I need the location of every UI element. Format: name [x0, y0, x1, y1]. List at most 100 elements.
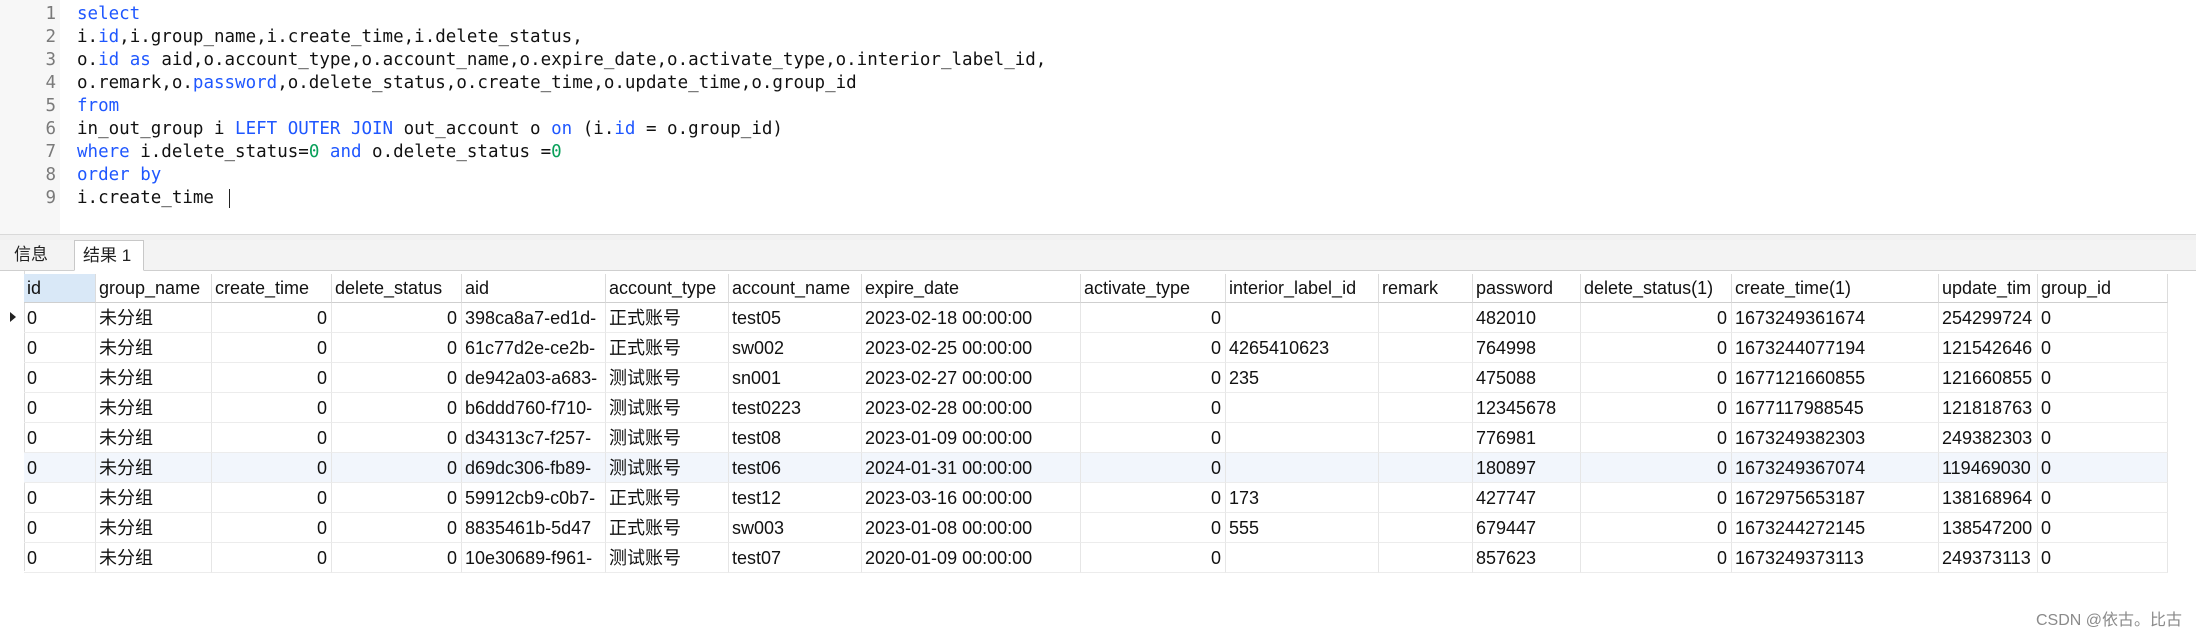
table-cell[interactable]: 0 [332, 303, 462, 333]
table-cell[interactable]: 1677121660855 [1732, 363, 1939, 393]
table-cell[interactable]: 0 [2038, 303, 2168, 333]
table-cell[interactable] [1379, 423, 1473, 453]
column-header-expire-date[interactable]: expire_date [862, 274, 1081, 303]
column-header-account-name[interactable]: account_name [729, 274, 862, 303]
table-cell[interactable]: 0 [212, 513, 332, 543]
table-cell[interactable]: 0 [24, 333, 96, 363]
column-header-delete-status1[interactable]: delete_status(1) [1581, 274, 1732, 303]
table-cell[interactable]: 249373113 [1939, 543, 2038, 573]
table-cell[interactable]: 0 [212, 453, 332, 483]
table-cell[interactable]: 测试账号 [606, 363, 729, 393]
table-cell[interactable]: 0 [1581, 333, 1732, 363]
table-cell[interactable]: 2023-02-18 00:00:00 [862, 303, 1081, 333]
table-cell[interactable]: test08 [729, 423, 862, 453]
table-cell[interactable]: 0 [24, 423, 96, 453]
table-cell[interactable]: 482010 [1473, 303, 1581, 333]
column-header-delete-status[interactable]: delete_status [332, 274, 462, 303]
table-cell[interactable]: 121818763 [1939, 393, 2038, 423]
table-cell[interactable]: 0 [1581, 363, 1732, 393]
table-cell[interactable]: 0 [1581, 483, 1732, 513]
table-cell[interactable] [1379, 393, 1473, 423]
table-cell[interactable]: 0 [2038, 453, 2168, 483]
table-cell[interactable]: 2024-01-31 00:00:00 [862, 453, 1081, 483]
table-cell[interactable]: d69dc306-fb89- [462, 453, 606, 483]
table-cell[interactable] [1226, 453, 1379, 483]
table-cell[interactable]: test05 [729, 303, 862, 333]
table-cell[interactable]: 0 [332, 363, 462, 393]
column-header-password[interactable]: password [1473, 274, 1581, 303]
column-header-activate-type[interactable]: activate_type [1081, 274, 1226, 303]
table-cell[interactable]: 249382303 [1939, 423, 2038, 453]
table-cell[interactable]: 8835461b-5d47 [462, 513, 606, 543]
table-cell[interactable]: 正式账号 [606, 303, 729, 333]
column-header-remark[interactable]: remark [1379, 274, 1473, 303]
table-cell[interactable]: 0 [212, 303, 332, 333]
table-cell[interactable]: 未分组 [96, 483, 212, 513]
column-header-update-time[interactable]: update_tim [1939, 274, 2038, 303]
table-cell[interactable]: 59912cb9-c0b7- [462, 483, 606, 513]
table-cell[interactable]: 0 [212, 423, 332, 453]
table-cell[interactable] [1226, 303, 1379, 333]
table-cell[interactable]: 0 [1581, 303, 1732, 333]
table-cell[interactable]: 未分组 [96, 333, 212, 363]
result-grid[interactable]: id group_name create_time delete_status aid a… [0, 271, 2196, 644]
table-cell[interactable]: 2023-02-25 00:00:00 [862, 333, 1081, 363]
table-row[interactable]: 0 未分组 0 0 de942a03-a683- 测试账号 sn001 2023-02-27 … [24, 363, 2168, 393]
table-cell[interactable]: 0 [1581, 393, 1732, 423]
table-cell[interactable]: 0 [1581, 543, 1732, 573]
table-cell[interactable]: 0 [332, 393, 462, 423]
table-cell[interactable]: 1673249373113 [1732, 543, 1939, 573]
table-cell[interactable] [1379, 453, 1473, 483]
table-cell[interactable]: 0 [1581, 423, 1732, 453]
column-header-create-time[interactable]: create_time [212, 274, 332, 303]
column-header-account-type[interactable]: account_type [606, 274, 729, 303]
column-header-aid[interactable]: aid [462, 274, 606, 303]
table-cell[interactable]: 0 [2038, 483, 2168, 513]
table-cell[interactable]: 0 [24, 303, 96, 333]
table-cell[interactable]: 12345678 [1473, 393, 1581, 423]
table-cell[interactable]: sn001 [729, 363, 862, 393]
table-cell[interactable]: 2023-01-08 00:00:00 [862, 513, 1081, 543]
table-cell[interactable]: 2023-01-09 00:00:00 [862, 423, 1081, 453]
table-cell[interactable]: 776981 [1473, 423, 1581, 453]
table-cell[interactable]: 未分组 [96, 453, 212, 483]
table-row[interactable]: 0 未分组 0 0 398ca8a7-ed1d- 正式账号 test05 2023-02-18… [10, 303, 2168, 333]
table-cell[interactable]: 1673249361674 [1732, 303, 1939, 333]
table-cell[interactable]: 679447 [1473, 513, 1581, 543]
column-header-group-id[interactable]: group_id [2038, 274, 2168, 303]
table-cell[interactable]: sw002 [729, 333, 862, 363]
table-cell[interactable]: 173 [1226, 483, 1379, 513]
table-cell[interactable]: test07 [729, 543, 862, 573]
table-cell[interactable]: 0 [24, 393, 96, 423]
table-cell[interactable]: 未分组 [96, 423, 212, 453]
table-cell[interactable]: 1673244272145 [1732, 513, 1939, 543]
table-cell[interactable]: 138168964 [1939, 483, 2038, 513]
table-cell[interactable]: 61c77d2e-ce2b- [462, 333, 606, 363]
table-cell[interactable]: 764998 [1473, 333, 1581, 363]
table-cell[interactable]: 0 [1081, 543, 1226, 573]
table-cell[interactable]: test0223 [729, 393, 862, 423]
table-cell[interactable]: 未分组 [96, 393, 212, 423]
table-cell[interactable]: 0 [1081, 363, 1226, 393]
table-cell[interactable]: 254299724 [1939, 303, 2038, 333]
table-cell[interactable] [1379, 483, 1473, 513]
table-cell[interactable]: 测试账号 [606, 393, 729, 423]
table-cell[interactable] [1379, 333, 1473, 363]
table-cell[interactable]: 0 [332, 513, 462, 543]
table-cell[interactable]: d34313c7-f257- [462, 423, 606, 453]
table-cell[interactable]: 0 [2038, 393, 2168, 423]
table-cell[interactable] [1226, 543, 1379, 573]
table-cell[interactable]: 正式账号 [606, 483, 729, 513]
table-cell[interactable]: 测试账号 [606, 423, 729, 453]
table-cell[interactable]: 0 [1081, 453, 1226, 483]
table-cell[interactable]: 0 [24, 543, 96, 573]
table-cell[interactable]: 0 [1081, 423, 1226, 453]
table-cell[interactable]: 测试账号 [606, 453, 729, 483]
table-row[interactable]: 0 未分组 0 0 10e30689-f961- 测试账号 test07 2020-01-09… [24, 543, 2168, 573]
table-cell[interactable]: 0 [24, 483, 96, 513]
tab-result-1[interactable]: 结果 1 [74, 240, 144, 271]
table-cell[interactable]: 2023-02-27 00:00:00 [862, 363, 1081, 393]
table-cell[interactable]: test06 [729, 453, 862, 483]
table-cell[interactable]: de942a03-a683- [462, 363, 606, 393]
table-cell[interactable]: 235 [1226, 363, 1379, 393]
